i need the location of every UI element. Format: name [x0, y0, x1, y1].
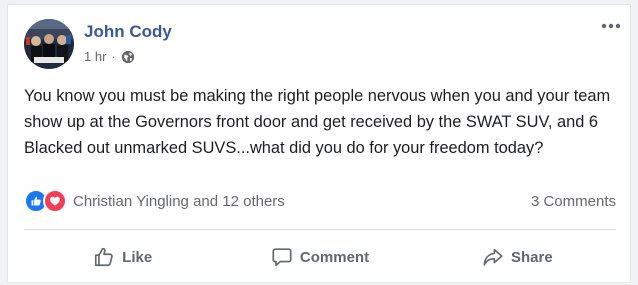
like-label: Like	[122, 248, 153, 266]
share-button[interactable]: Share	[419, 237, 616, 277]
comment-icon	[271, 246, 293, 268]
comment-label: Comment	[299, 248, 370, 266]
post-text: You know you must be making the right pe…	[24, 87, 611, 157]
post-meta: 1 hr ·	[84, 49, 135, 64]
actions-divider	[24, 229, 616, 230]
meta-separator: ·	[111, 49, 116, 64]
author-avatar[interactable]	[24, 19, 74, 69]
thumbs-up-icon	[93, 246, 115, 268]
comment-button[interactable]: Comment	[221, 237, 418, 277]
reaction-icons	[24, 189, 67, 213]
reactions-row: Christian Yingling and 12 others 3 Comme…	[24, 189, 616, 213]
globe-icon[interactable]	[121, 50, 135, 64]
share-label: Share	[510, 248, 553, 266]
post-actions: Like Comment Share	[24, 237, 616, 277]
comments-count-link[interactable]: 3 Comments	[531, 193, 616, 210]
post-timestamp[interactable]: 1 hr	[84, 49, 106, 64]
post-card: John Cody 1 hr · You know you must be ma…	[7, 4, 631, 283]
author-name[interactable]: John Cody	[84, 22, 172, 42]
reactions-summary[interactable]: Christian Yingling and 12 others	[24, 189, 285, 213]
reactors-text[interactable]: Christian Yingling and 12 others	[73, 193, 285, 210]
more-options-icon[interactable]	[600, 19, 622, 31]
love-reaction-icon	[43, 189, 67, 213]
like-button[interactable]: Like	[24, 237, 221, 277]
share-arrow-icon	[482, 246, 504, 268]
